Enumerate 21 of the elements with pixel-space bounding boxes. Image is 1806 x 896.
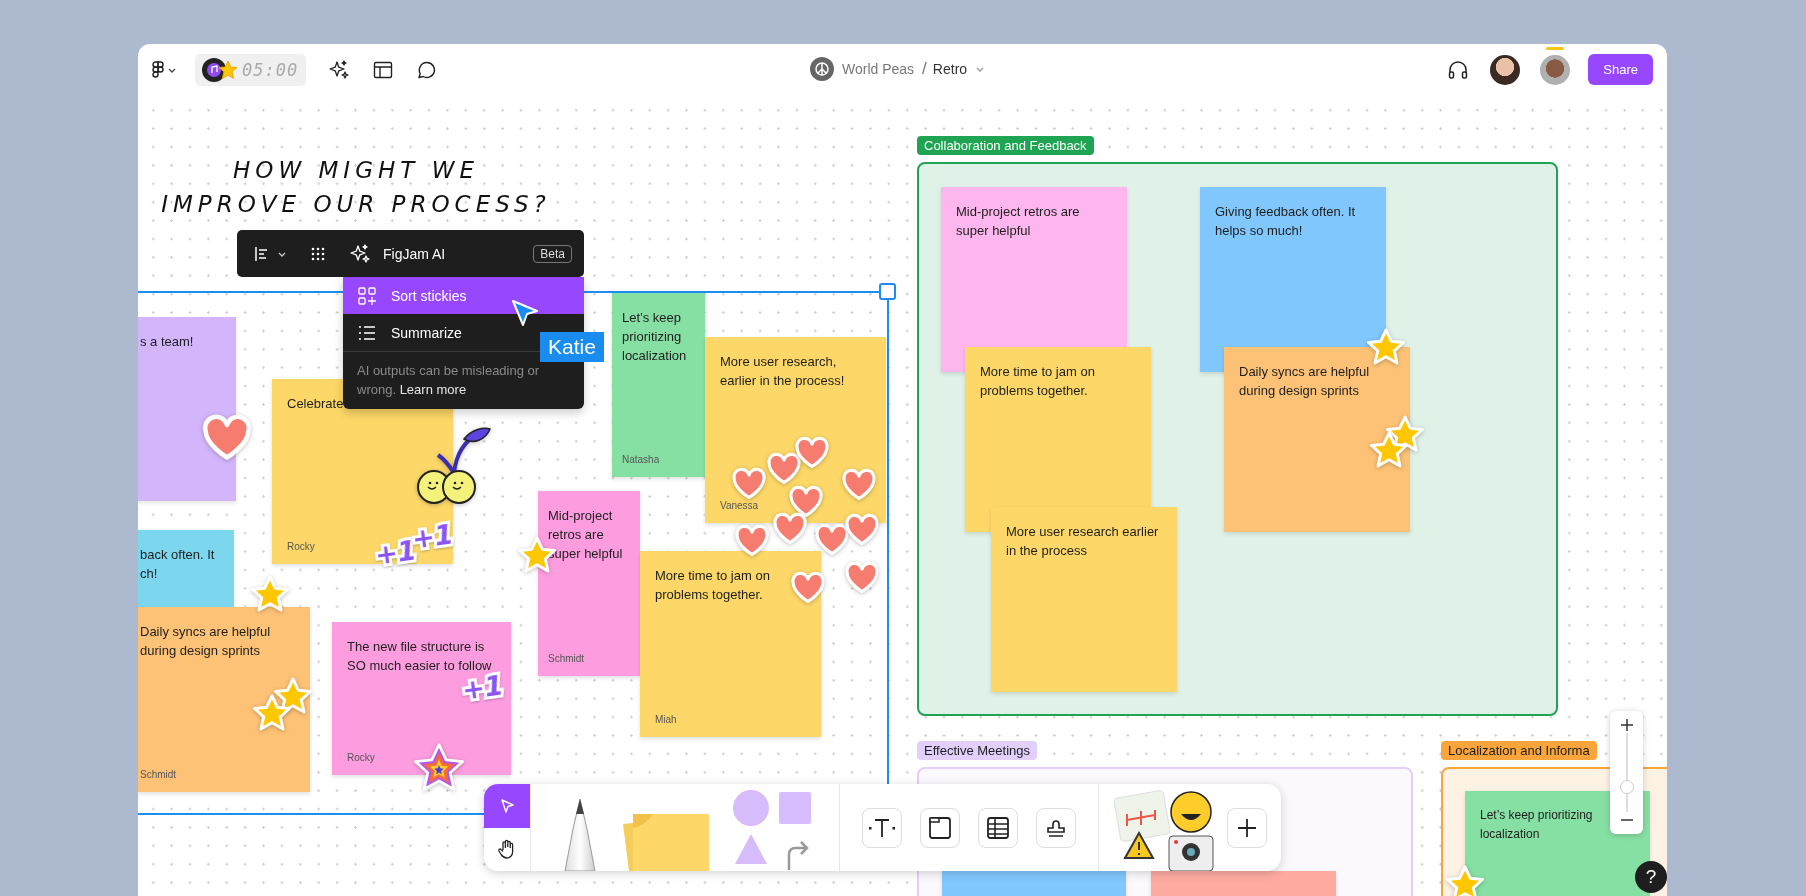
sticky-text: Let’s keep prioritizing localization xyxy=(622,309,688,365)
heading-text: HOW MIGHT WE xyxy=(232,156,480,185)
author-name: Vanessa xyxy=(720,500,760,511)
sticky-text: Let’s keep prioritizing localization xyxy=(1480,807,1594,843)
breadcrumb-separator: / xyxy=(922,59,927,79)
sticky-text: Daily syncs are helpful during design sprints xyxy=(140,623,272,660)
sticky-text: Mid-project retros are super helpful xyxy=(956,203,1081,240)
author-name: Schmidt xyxy=(140,769,178,780)
sticky-text: s a team! xyxy=(140,333,194,351)
timer-text: 05:00 xyxy=(242,59,299,80)
author-name: Natasha xyxy=(622,454,661,465)
beta-badge: Beta xyxy=(533,244,572,263)
sticky-text: Celebrate xyxy=(287,395,344,413)
sticky-text: back often. It ch! xyxy=(140,546,215,583)
sticky-text: Giving feedback often. It helps so much! xyxy=(1215,203,1357,240)
author-name: Rocky xyxy=(347,752,376,763)
sticky-text: More user research, earlier in the process! xyxy=(720,353,846,390)
author-name: Schmidt xyxy=(548,653,586,664)
heading-text: IMPROVE OUR PROCESS? xyxy=(160,190,552,219)
author-name: Miah xyxy=(655,714,678,725)
sticky-text: More time to jam on problems together. xyxy=(655,567,771,604)
